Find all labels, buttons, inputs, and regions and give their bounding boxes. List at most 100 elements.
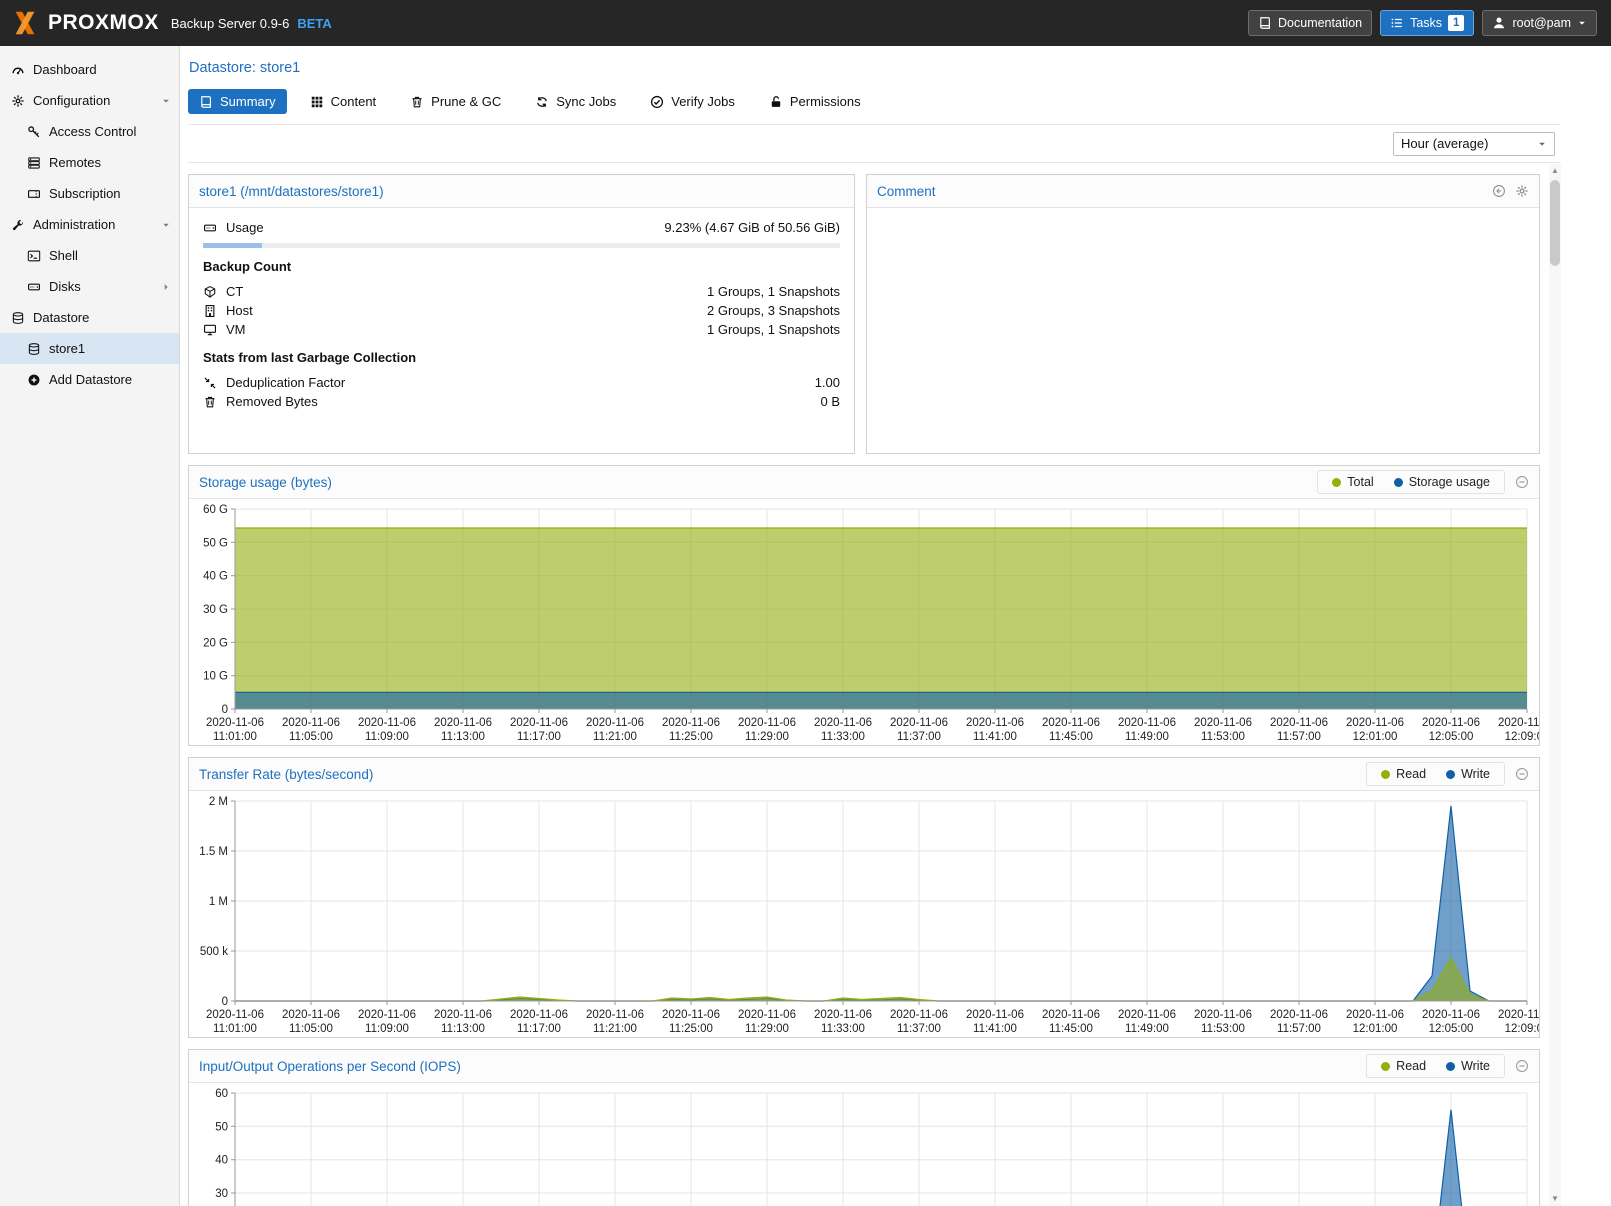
gc-stats-rows: Deduplication Factor1.00Removed Bytes0 B	[203, 373, 840, 411]
legend-read[interactable]: Read	[1371, 765, 1436, 783]
legend-label: Read	[1396, 767, 1426, 781]
svg-text:2020-11-06: 2020-11-06	[814, 1009, 872, 1021]
chevron-down-icon[interactable]	[161, 220, 171, 230]
svg-text:20 G: 20 G	[203, 637, 228, 649]
chart-panel-storage-usage-bytes: Storage usage (bytes)TotalStorage usage0…	[188, 465, 1540, 746]
svg-text:500 k: 500 k	[200, 946, 228, 958]
servers-icon	[27, 156, 41, 170]
collapse-icon[interactable]	[1515, 767, 1529, 781]
collapse-icon[interactable]	[1515, 475, 1529, 489]
hdd-icon	[27, 280, 41, 294]
comment-panel: Comment	[866, 174, 1540, 454]
svg-text:12:09:00: 12:09:00	[1505, 731, 1539, 743]
sidebar-item-datastore[interactable]: Datastore	[0, 302, 179, 333]
tab-permissions[interactable]: Permissions	[758, 89, 872, 114]
tab-verify-jobs[interactable]: Verify Jobs	[639, 89, 746, 114]
svg-text:2020-11-06: 2020-11-06	[890, 1009, 948, 1021]
legend-write[interactable]: Write	[1436, 1057, 1500, 1075]
svg-text:11:13:00: 11:13:00	[441, 731, 485, 743]
svg-text:2020-11-06: 2020-11-06	[358, 717, 416, 729]
sidebar-item-disks[interactable]: Disks	[0, 271, 179, 302]
tab-sync-jobs[interactable]: Sync Jobs	[524, 89, 627, 114]
user-icon	[1492, 16, 1506, 30]
svg-text:11:53:00: 11:53:00	[1201, 731, 1245, 743]
collapse-icon[interactable]	[1515, 1059, 1529, 1073]
tasks-count-badge: 1	[1448, 15, 1464, 31]
tab-label: Verify Jobs	[671, 94, 735, 109]
timeframe-value: Hour (average)	[1401, 136, 1488, 151]
gear-icon[interactable]	[1515, 184, 1529, 198]
tasks-list-icon	[1390, 16, 1404, 30]
store-panel-header: store1 (/mnt/datastores/store1)	[189, 175, 854, 208]
legend-write[interactable]: Write	[1436, 765, 1500, 783]
svg-text:2 M: 2 M	[209, 796, 228, 808]
sidebar-item-remotes[interactable]: Remotes	[0, 147, 179, 178]
tab-prune-gc[interactable]: Prune & GC	[399, 89, 512, 114]
vertical-scrollbar[interactable]: ▲ ▼	[1549, 164, 1561, 1206]
legend-dot	[1381, 1062, 1390, 1071]
sidebar-item-subscription[interactable]: Subscription	[0, 178, 179, 209]
sidebar-item-dashboard[interactable]: Dashboard	[0, 54, 179, 85]
svg-text:2020-11-06: 2020-11-06	[1118, 1009, 1176, 1021]
chart-body: 01020304050602020-11-0611:01:002020-11-0…	[189, 1083, 1539, 1206]
svg-text:11:37:00: 11:37:00	[897, 1023, 941, 1035]
chart-svg: 01020304050602020-11-0611:01:002020-11-0…	[189, 1083, 1539, 1206]
unlock-icon	[769, 95, 783, 109]
comment-body[interactable]	[867, 208, 1539, 228]
gc-stat-row: Deduplication Factor1.00	[203, 373, 840, 392]
tab-content[interactable]: Content	[299, 89, 388, 114]
user-menu-button[interactable]: root@pam	[1482, 10, 1597, 36]
sidebar-item-shell[interactable]: Shell	[0, 240, 179, 271]
legend-storage-usage[interactable]: Storage usage	[1384, 473, 1500, 491]
documentation-button[interactable]: Documentation	[1248, 10, 1372, 36]
svg-text:2020-11-06: 2020-11-06	[206, 1009, 264, 1021]
gc-stat-row-value: 1.00	[815, 375, 840, 390]
wrench-icon	[11, 218, 25, 232]
sidebar-item-administration[interactable]: Administration	[0, 209, 179, 240]
svg-text:2020-11-06: 2020-11-06	[890, 717, 948, 729]
timeframe-select[interactable]: Hour (average)	[1393, 132, 1555, 156]
beta-link[interactable]: BETA	[297, 16, 331, 31]
legend-read[interactable]: Read	[1371, 1057, 1436, 1075]
svg-text:11:13:00: 11:13:00	[441, 1023, 485, 1035]
cube-icon	[203, 285, 217, 299]
svg-text:11:21:00: 11:21:00	[593, 1023, 637, 1035]
pluscircle-icon	[27, 373, 41, 387]
sidebar-item-label: Administration	[33, 217, 115, 232]
sidebar-item-access-control[interactable]: Access Control	[0, 116, 179, 147]
chevron-right-icon[interactable]	[161, 282, 171, 292]
tab-label: Permissions	[790, 94, 861, 109]
chevron-down-icon[interactable]	[161, 96, 171, 106]
svg-text:12:01:00: 12:01:00	[1353, 731, 1398, 743]
scroll-up-arrow[interactable]: ▲	[1549, 164, 1561, 178]
svg-text:2020-11-06: 2020-11-06	[662, 717, 720, 729]
scroll-down-arrow[interactable]: ▼	[1549, 1192, 1561, 1206]
sync-icon	[535, 95, 549, 109]
svg-text:11:49:00: 11:49:00	[1125, 1023, 1169, 1035]
compress-icon	[203, 376, 217, 390]
content-inner: Datastore: store1 SummaryContentPrune & …	[180, 46, 1560, 1206]
sidebar-item-store1[interactable]: store1	[0, 333, 179, 364]
gauge-icon	[11, 63, 25, 77]
book-icon	[199, 95, 213, 109]
scrollbar-thumb[interactable]	[1550, 180, 1560, 266]
sidebar-item-add-datastore[interactable]: Add Datastore	[0, 364, 179, 395]
documentation-label: Documentation	[1278, 16, 1362, 30]
svg-text:60 G: 60 G	[203, 504, 228, 516]
legend-total[interactable]: Total	[1322, 473, 1383, 491]
legend-label: Total	[1347, 475, 1373, 489]
reload-icon[interactable]	[1492, 184, 1506, 198]
svg-text:2020-11-06: 2020-11-06	[1118, 717, 1176, 729]
legend-label: Read	[1396, 1059, 1426, 1073]
sidebar-item-configuration[interactable]: Configuration	[0, 85, 179, 116]
legend-label: Storage usage	[1409, 475, 1490, 489]
svg-text:2020-11-06: 2020-11-06	[1194, 1009, 1252, 1021]
legend-dot	[1446, 770, 1455, 779]
gc-stat-row-value: 0 B	[820, 394, 840, 409]
chart-body: 010 G20 G30 G40 G50 G60 G2020-11-0611:01…	[189, 499, 1539, 745]
chart-header: Input/Output Operations per Second (IOPS…	[189, 1050, 1539, 1083]
hdd-icon	[203, 221, 217, 235]
tasks-button[interactable]: Tasks 1	[1380, 10, 1474, 36]
tab-summary[interactable]: Summary	[188, 89, 287, 114]
svg-text:2020-11-06: 2020-11-06	[1270, 1009, 1328, 1021]
